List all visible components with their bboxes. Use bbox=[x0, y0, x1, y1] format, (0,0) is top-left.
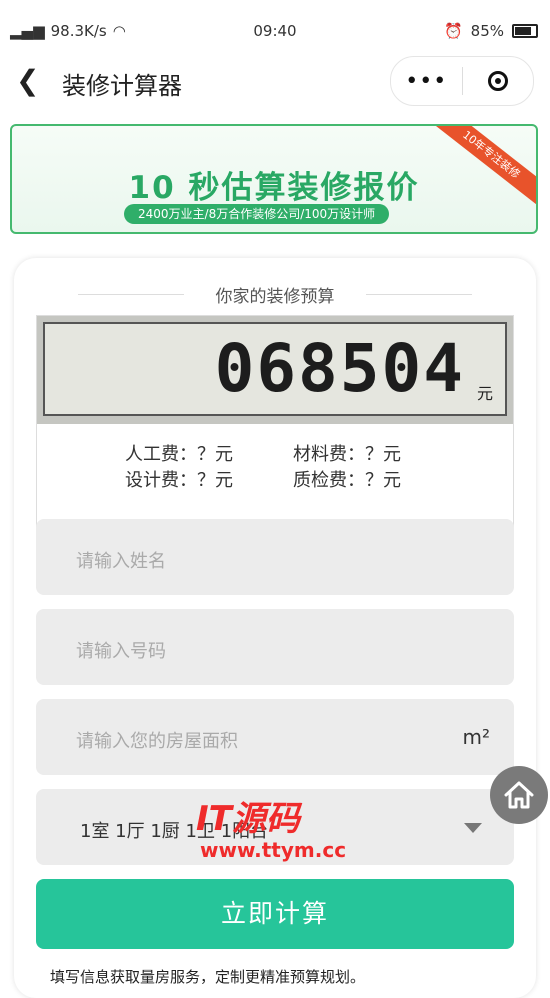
lcd-screen: 068504 元 bbox=[43, 322, 507, 416]
fee-breakdown: 人工费：？元 材料费：？元 设计费：？元 质检费：？元 bbox=[125, 440, 445, 492]
page-title: 装修计算器 bbox=[62, 72, 182, 100]
budget-value: 068504 bbox=[214, 330, 465, 407]
home-button[interactable] bbox=[490, 766, 548, 824]
banner-subtitle: 2400万业主/8万合作装修公司/100万设计师 bbox=[124, 204, 390, 224]
calculator-card: 你家的装修预算 068504 元 人工费：？元 材料费：？元 设计费：？元 质检… bbox=[14, 258, 536, 998]
calculate-button[interactable]: 立即计算 bbox=[36, 879, 514, 949]
battery-icon bbox=[512, 24, 538, 38]
area-field[interactable]: 请输入您的房屋面积 m² bbox=[36, 699, 514, 775]
name-placeholder: 请输入姓名 bbox=[76, 551, 166, 572]
nav-bar: ❮ 装修计算器 ••• bbox=[0, 48, 550, 114]
watermark-logo-text: IT源码 bbox=[196, 799, 300, 839]
phone-placeholder: 请输入号码 bbox=[76, 641, 166, 662]
inspection-fee: 质检费：？元 bbox=[293, 470, 401, 491]
more-menu-button[interactable]: ••• bbox=[391, 69, 462, 94]
card-title: 你家的装修预算 bbox=[14, 282, 536, 307]
area-unit: m² bbox=[462, 725, 491, 749]
budget-unit: 元 bbox=[476, 384, 493, 403]
alarm-icon: ⏰ bbox=[443, 22, 463, 40]
battery-percent: 85% bbox=[470, 22, 504, 40]
design-fee: 设计费：？元 bbox=[125, 470, 233, 491]
phone-field[interactable]: 请输入号码 bbox=[36, 609, 514, 685]
home-icon bbox=[504, 781, 534, 809]
target-icon bbox=[487, 71, 508, 91]
material-fee: 材料费：？元 bbox=[293, 444, 401, 465]
banner-title: 10 秒估算装修报价 bbox=[128, 170, 420, 206]
back-arrow-icon[interactable]: ❮ bbox=[16, 64, 39, 97]
labor-fee: 人工费：？元 bbox=[125, 444, 233, 465]
area-placeholder: 请输入您的房屋面积 bbox=[76, 731, 238, 752]
close-program-button[interactable] bbox=[463, 71, 534, 91]
dropdown-arrow-icon bbox=[464, 823, 482, 833]
promo-banner: 10 秒估算装修报价 2400万业主/8万合作装修公司/100万设计师 10年专… bbox=[10, 124, 538, 234]
status-right: ⏰ 85% bbox=[444, 22, 538, 40]
tip-text: 填写信息获取量房服务，定制更精准预算规划。 bbox=[50, 968, 366, 986]
lcd-frame: 068504 元 bbox=[37, 316, 513, 424]
miniprogram-capsule: ••• bbox=[390, 56, 534, 106]
watermark-url: www.ttym.cc bbox=[200, 838, 347, 862]
watermark: IT源码 www.ttym.cc bbox=[196, 800, 356, 862]
name-field[interactable]: 请输入姓名 bbox=[36, 519, 514, 595]
